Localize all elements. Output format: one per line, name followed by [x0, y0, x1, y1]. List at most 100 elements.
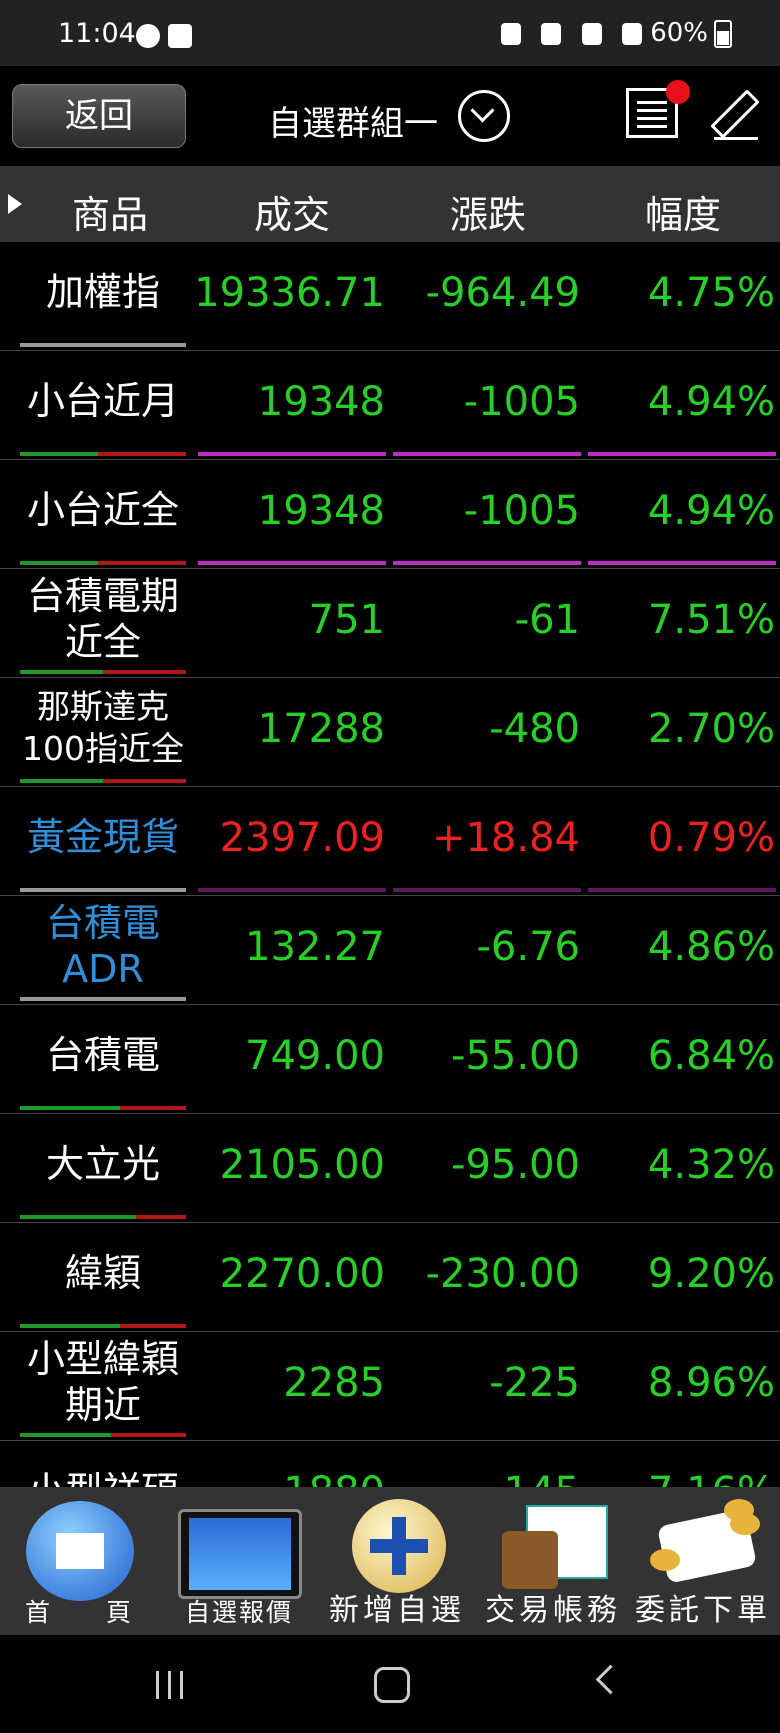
- percent-cell: 2.70%: [647, 706, 775, 752]
- quote-row[interactable]: 小台近全 19348 -1005 4.94%: [0, 460, 780, 569]
- change-cell: -225: [489, 1360, 580, 1406]
- nav-watchlist[interactable]: 自選報價: [164, 1487, 314, 1635]
- image-icon: [168, 24, 192, 48]
- wallet-icon: [502, 1505, 608, 1595]
- line-icon: [136, 24, 160, 48]
- watchlist-group-title[interactable]: 自選群組一: [268, 96, 438, 145]
- nav-order[interactable]: 委託下單: [628, 1487, 778, 1635]
- nav-add-watch-label: 新增自選: [329, 1593, 465, 1628]
- wifi-icon: [581, 22, 602, 45]
- quote-row[interactable]: 加權指 19336.71 -964.49 4.75%: [0, 242, 780, 351]
- change-cell: -230.00: [425, 1251, 580, 1297]
- change-cell: +18.84: [431, 815, 580, 861]
- quote-row[interactable]: 台積電 ADR 132.27 -6.76 4.86%: [0, 896, 780, 1005]
- chevron-down-circle-icon[interactable]: [458, 90, 510, 142]
- highlight-underline: [588, 452, 776, 456]
- change-cell: -55.00: [451, 1033, 580, 1079]
- percent-cell: 4.32%: [647, 1142, 775, 1188]
- quote-row[interactable]: 台積電 749.00 -55.00 6.84%: [0, 1005, 780, 1114]
- change-cell: -480: [489, 706, 580, 752]
- back-button[interactable]: 返回: [12, 84, 186, 148]
- volume-bar-buy: [136, 1215, 186, 1219]
- volume-bar-buy: [120, 1324, 186, 1328]
- volume-bar-buy: [120, 1106, 186, 1110]
- quote-row[interactable]: 緯穎 2270.00 -230.00 9.20%: [0, 1223, 780, 1332]
- quote-row[interactable]: 台積電期 近全 751 -61 7.51%: [0, 569, 780, 678]
- status-bar: 11:04 60%: [0, 0, 780, 66]
- product-name: 大立光: [45, 1142, 160, 1186]
- change-cell: -964.49: [425, 270, 580, 316]
- notification-dot: [666, 80, 690, 104]
- volume-bar-buy: [111, 1433, 186, 1437]
- column-price[interactable]: 成交: [202, 184, 382, 239]
- volume-bar-sell: [20, 1324, 120, 1328]
- percent-cell: 4.94%: [647, 379, 775, 425]
- system-nav-bar: [0, 1635, 780, 1733]
- change-cell: -1005: [463, 379, 580, 425]
- change-cell: -6.76: [476, 924, 581, 970]
- product-name: 小型祥碩: [20, 1441, 186, 1487]
- quote-row[interactable]: 小台近月 19348 -1005 4.94%: [0, 351, 780, 460]
- quote-row[interactable]: 小型祥碩1880-1457.16%: [0, 1441, 780, 1487]
- column-change[interactable]: 漲跌: [398, 184, 578, 239]
- percent-cell: 4.94%: [647, 488, 775, 534]
- highlight-underline: [393, 561, 581, 565]
- recents-icon[interactable]: [156, 1671, 186, 1699]
- column-product[interactable]: 商品: [20, 184, 200, 239]
- app-header: 返回 自選群組一: [0, 66, 780, 166]
- price-cell: 2105.00: [219, 1142, 385, 1188]
- volume-bar-sell: [20, 670, 103, 674]
- highlight-underline: [198, 888, 386, 892]
- nav-add-watch[interactable]: 新增自選: [322, 1487, 472, 1635]
- volume-bar-buy: [103, 779, 186, 783]
- change-cell: -95.00: [451, 1142, 580, 1188]
- volume-bar-sell: [20, 561, 98, 565]
- status-right: 60%: [489, 18, 732, 48]
- column-percent[interactable]: 幅度: [593, 184, 773, 239]
- tablet-quote-icon: [178, 1509, 302, 1599]
- volume-bar-sell: [20, 1215, 136, 1219]
- volume-bar: [20, 888, 186, 892]
- quote-list[interactable]: 加權指 19336.71 -964.49 4.75% 小台近月 19348 -1005 4.9…: [0, 242, 780, 1487]
- product-name: 台積電期 近全: [26, 574, 179, 664]
- quote-row[interactable]: 小型緯穎 期近 2285 -225 8.96%: [0, 1332, 780, 1441]
- nav-home-label: 首 頁: [24, 1598, 133, 1627]
- nav-order-label: 委託下單: [635, 1593, 771, 1628]
- nav-accounts[interactable]: 交易帳務: [478, 1487, 628, 1635]
- volume-bar: [20, 343, 186, 347]
- battery-icon: [714, 19, 732, 48]
- price-cell: 19348: [257, 379, 385, 425]
- highlight-underline: [588, 888, 776, 892]
- price-cell: 19336.71: [194, 270, 385, 316]
- highlight-underline: [393, 888, 581, 892]
- bottom-nav: 首 頁 自選報價 新增自選 交易帳務 委託下單: [0, 1487, 780, 1635]
- quote-row[interactable]: 那斯達克 100指近全 17288 -480 2.70%: [0, 678, 780, 787]
- quote-row[interactable]: 大立光 2105.00 -95.00 4.32%: [0, 1114, 780, 1223]
- order-icon: [650, 1499, 760, 1591]
- percent-cell: 9.20%: [647, 1251, 775, 1297]
- plus-icon: [352, 1499, 446, 1593]
- volume-bar-buy: [103, 670, 186, 674]
- price-cell: 17288: [257, 706, 385, 752]
- back-icon[interactable]: [595, 1664, 626, 1695]
- price-cell: 2285: [283, 1360, 385, 1406]
- percent-cell: 4.75%: [647, 270, 775, 316]
- price-cell: 2270.00: [219, 1251, 385, 1297]
- edit-icon[interactable]: [710, 86, 760, 140]
- percent-cell: 8.96%: [647, 1360, 775, 1406]
- price-cell: 19348: [257, 488, 385, 534]
- product-name: 小台近月: [26, 379, 179, 423]
- mute-icon: [541, 22, 562, 45]
- quote-row[interactable]: 黃金現貨 2397.09 +18.84 0.79%: [0, 787, 780, 896]
- alarm-icon: [501, 22, 522, 45]
- signal-icon: [621, 22, 642, 45]
- battery-percent: 60%: [650, 18, 708, 48]
- product-name: 黃金現貨: [26, 815, 179, 859]
- percent-cell: 0.79%: [647, 815, 775, 861]
- product-name: 加權指: [45, 270, 160, 314]
- volume-bar: [20, 997, 186, 1001]
- highlight-underline: [198, 452, 386, 456]
- home-button-icon[interactable]: [374, 1667, 410, 1703]
- nav-home[interactable]: 首 頁: [4, 1487, 154, 1635]
- volume-bar-sell: [20, 452, 98, 456]
